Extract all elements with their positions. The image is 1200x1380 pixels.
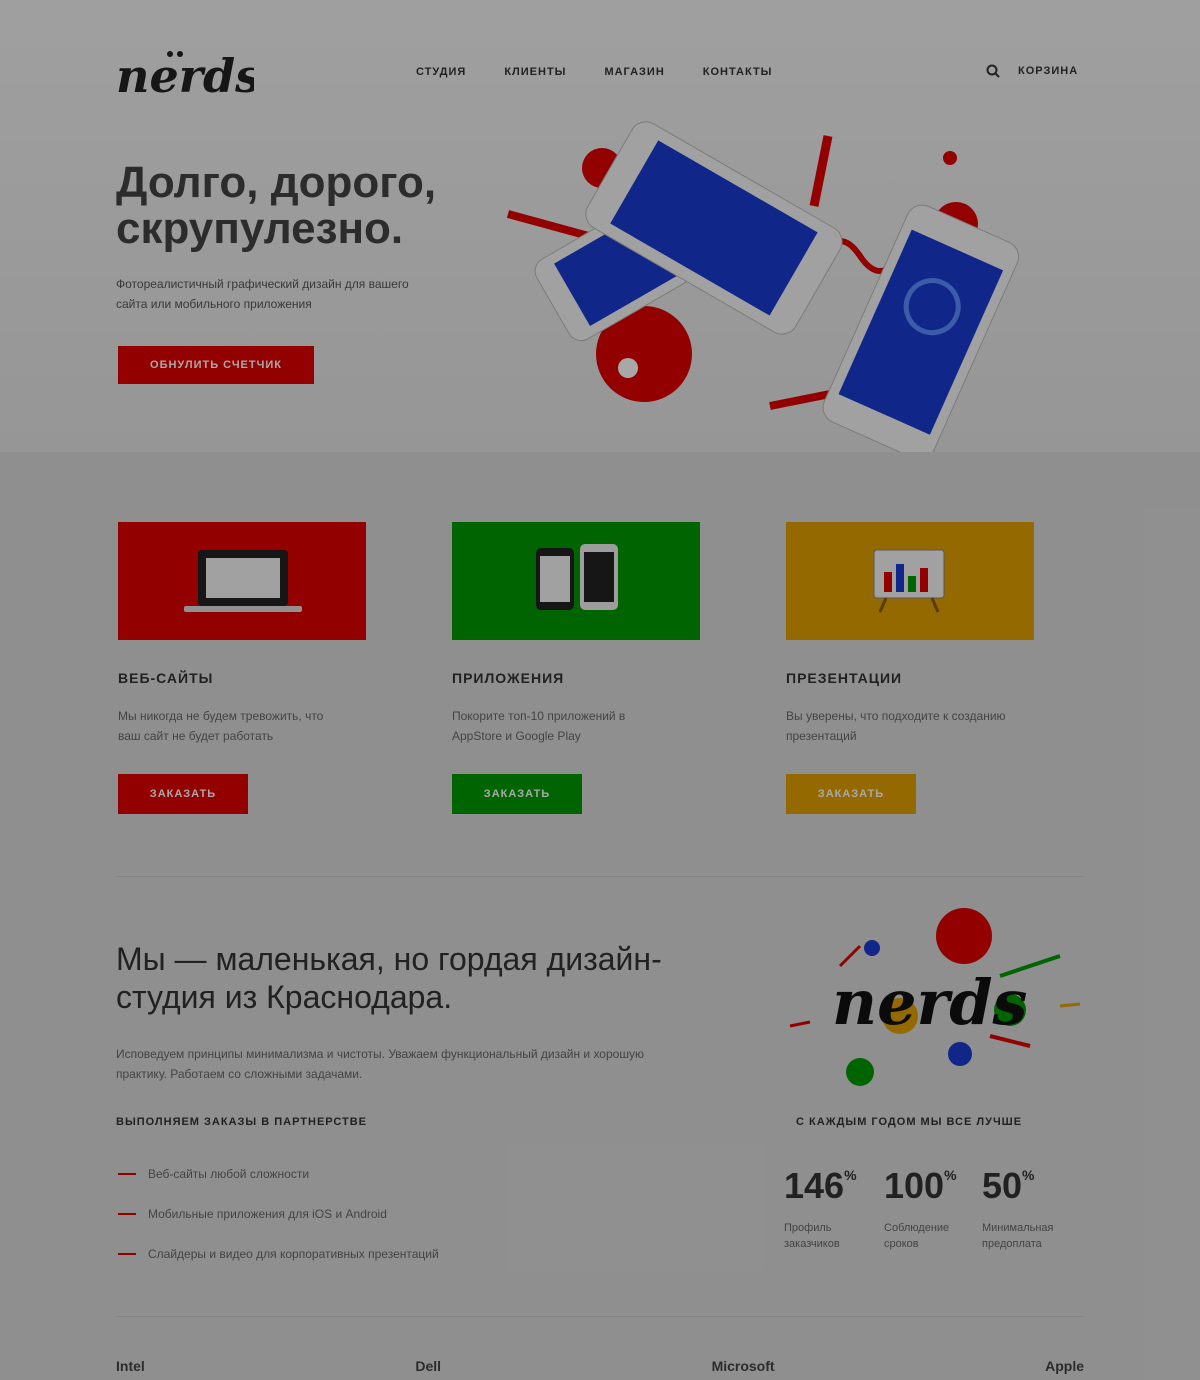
order-websites-button[interactable]: ЗАКАЗАТЬ [118,774,248,814]
list-item-text: Мобильные приложения для iOS и Android [148,1207,387,1221]
service-title: ВЕБ-САЙТЫ [118,670,214,686]
list-item: Веб-сайты любой сложности [118,1154,439,1194]
stat-label: Минимальная предоплата [982,1222,1054,1250]
service-text: Вы уверены, что подходите к созданию пре… [786,709,1006,743]
header-tools: КОРЗИНА [986,64,1078,78]
partner-logo[interactable]: Intel [116,1358,145,1374]
list-item: Слайдеры и видео для корпоративных презе… [118,1234,439,1274]
nav-link-contacts[interactable]: КОНТАКТЫ [703,66,773,78]
stat-label: Профиль заказчиков [784,1222,840,1250]
stat-block: 100% Соблюдение сроков [884,1164,980,1252]
service-image [786,522,1034,640]
nerds-logo-icon: nerds [789,908,1081,1086]
phones-illustration-icon [506,121,1020,460]
section-divider [116,876,1084,877]
list-item-text: Веб-сайты любой сложности [148,1167,310,1181]
stat-label: Соблюдение сроков [884,1222,950,1250]
nav-link-clients[interactable]: КЛИЕНТЫ [504,66,566,78]
order-presentations-button[interactable]: ЗАКАЗАТЬ [786,774,916,814]
list-item-text: Слайдеры и видео для корпоративных презе… [148,1247,439,1261]
partner-logo[interactable]: Dell [415,1358,441,1374]
hero-subtitle: Фотореалистичный графический дизайн для … [116,277,409,311]
partner-logo[interactable]: Microsoft [712,1358,775,1374]
stats-title: С КАЖДЫМ ГОДОМ МЫ ВСЕ ЛУЧШЕ [796,1116,1023,1128]
laptop-icon [118,522,366,640]
nerds-logo-icon: nerds [116,49,261,103]
hero-illustration [470,96,1080,460]
stat-value: 100% [884,1165,957,1206]
main-nav: СТУДИЯ КЛИЕНТЫ МАГАЗИН КОНТАКТЫ [416,66,810,78]
site-logo[interactable]: nerds [114,36,261,106]
stat-value: 146% [784,1165,857,1206]
service-card-websites: ВЕБ-САЙТЫ Мы никогда не будем тревожить,… [118,522,366,814]
service-card-presentations: ПРЕЗЕНТАЦИИ Вы уверены, что подходите к … [786,522,1034,814]
service-card-apps: ПРИЛОЖЕНИЯ Покорите топ-10 приложений в … [452,522,700,814]
dash-icon [118,1253,136,1255]
services-section: ВЕБ-САЙТЫ Мы никогда не будем тревожить,… [0,452,1200,1380]
dash-icon [118,1213,136,1215]
partners-row: Intel Dell Microsoft Apple [116,1352,1084,1380]
dash-icon [118,1173,136,1175]
stat-value: 50% [982,1165,1035,1206]
about-title: Мы — маленькая, но гордая дизайн-студия … [116,941,662,1015]
service-image [452,522,700,640]
service-text: Покорите топ-10 приложений в AppStore и … [452,709,626,743]
stat-block: 146% Профиль заказчиков [784,1164,880,1252]
cart-link[interactable]: КОРЗИНА [1018,65,1078,77]
service-title: ПРЕЗЕНТАЦИИ [786,670,903,686]
about-list-title: ВЫПОЛНЯЕМ ЗАКАЗЫ В ПАРТНЕРСТВЕ [116,1116,368,1128]
hero-title: Долго, дорого, скрупулезно. [116,158,437,253]
hero-section: nerds СТУДИЯ КЛИЕНТЫ МАГАЗИН КОНТАКТЫ КО… [0,0,1200,460]
order-apps-button[interactable]: ЗАКАЗАТЬ [452,774,582,814]
list-item: Мобильные приложения для iOS и Android [118,1194,439,1234]
svg-text:nerds: nerds [116,49,254,103]
presentation-icon [786,522,1034,640]
phones-icon [452,522,700,640]
nav-link-studio[interactable]: СТУДИЯ [416,66,466,78]
hero-button[interactable]: ОБНУЛИТЬ СЧЕТЧИК [118,346,314,384]
search-icon[interactable] [986,64,1000,78]
service-image [118,522,366,640]
partner-logo[interactable]: Apple [1045,1358,1084,1374]
service-title: ПРИЛОЖЕНИЯ [452,670,565,686]
svg-text:nerds: nerds [832,966,1027,1039]
nav-link-shop[interactable]: МАГАЗИН [604,66,664,78]
service-text: Мы никогда не будем тревожить, что ваш с… [118,709,324,743]
stat-block: 50% Минимальная предоплата [982,1164,1078,1252]
section-divider [116,1316,1084,1317]
about-text: Исповедуем принципы минимализма и чистот… [116,1047,644,1081]
about-logo: nerds [780,906,1086,1092]
about-list: Веб-сайты любой сложности Мобильные прил… [118,1154,439,1274]
